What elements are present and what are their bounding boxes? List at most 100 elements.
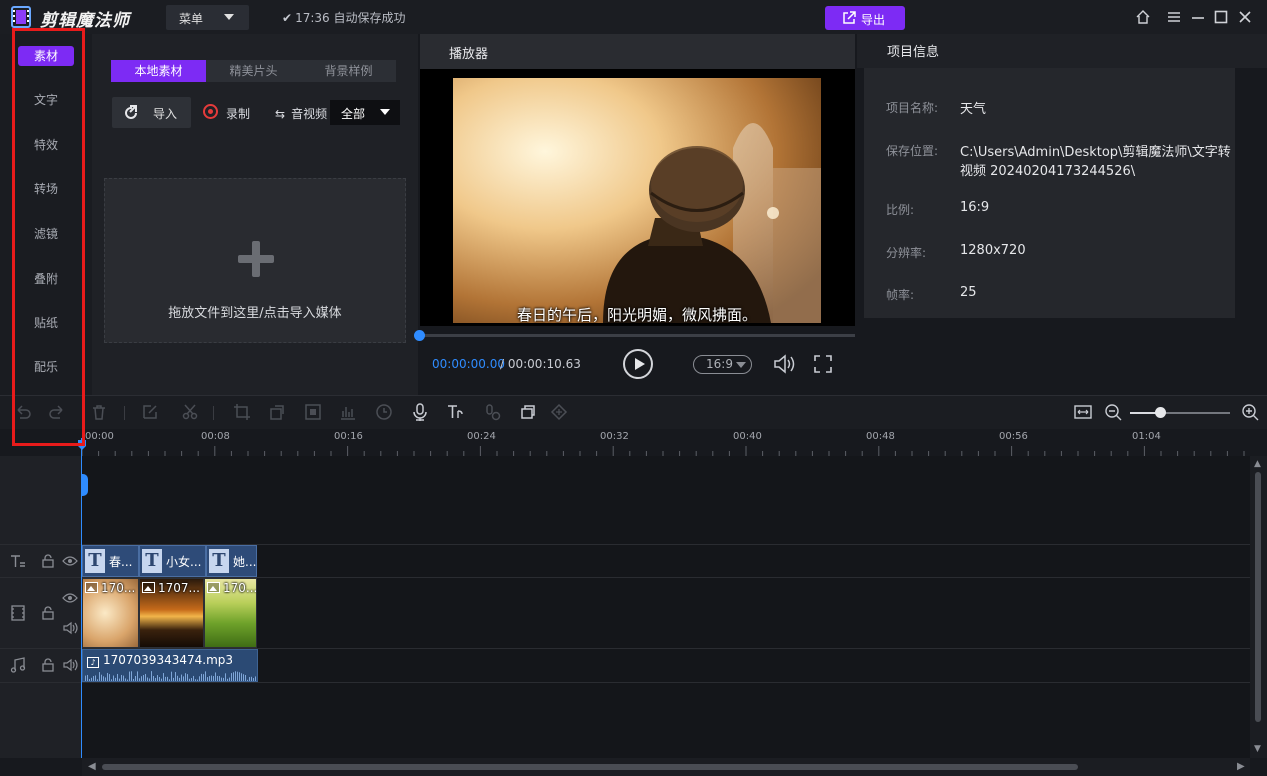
- hamburger-menu-icon[interactable]: [1166, 9, 1182, 25]
- tab-backgrounds[interactable]: 背景样例: [301, 60, 396, 82]
- lock-icon[interactable]: [40, 657, 56, 673]
- text-type-icon: T: [85, 549, 105, 573]
- edit-icon[interactable]: [141, 403, 159, 421]
- tab-local-media[interactable]: 本地素材: [111, 60, 206, 82]
- toolbar-divider: [124, 406, 125, 420]
- scroll-right-icon[interactable]: ▶: [1237, 761, 1245, 772]
- maximize-icon[interactable]: [1213, 9, 1229, 25]
- voice-change-icon[interactable]: [484, 403, 502, 421]
- menu-button[interactable]: 菜单: [166, 5, 249, 30]
- av-filter-label: ⇆ 音视频: [275, 105, 327, 122]
- info-value-resolution: 1280x720: [960, 243, 1026, 258]
- zoom-in-icon[interactable]: [1241, 403, 1259, 421]
- info-value-ratio: 16:9: [960, 200, 990, 215]
- video-clip[interactable]: 170...: [82, 578, 139, 648]
- music-track-icon: [10, 657, 26, 673]
- text-type-icon: T: [209, 549, 229, 573]
- tab-intros[interactable]: 精美片头: [206, 60, 301, 82]
- minimize-icon[interactable]: [1190, 9, 1206, 25]
- split-icon[interactable]: [181, 403, 199, 421]
- delete-icon[interactable]: [90, 403, 108, 421]
- video-track-icon: [10, 605, 26, 621]
- zoom-out-icon[interactable]: [1104, 403, 1122, 421]
- scroll-up-icon[interactable]: ▲: [1254, 459, 1261, 469]
- fullscreen-icon[interactable]: [813, 354, 833, 374]
- keyframe-icon[interactable]: [550, 403, 568, 421]
- mosaic-icon[interactable]: [304, 403, 322, 421]
- scrollbar-thumb[interactable]: [102, 764, 1078, 770]
- scroll-left-icon[interactable]: ◀: [88, 761, 96, 772]
- media-dropzone[interactable]: 拖放文件到这里/点击导入媒体: [104, 178, 406, 343]
- export-icon: [843, 11, 856, 24]
- fit-timeline-icon[interactable]: [1074, 403, 1092, 421]
- scroll-down-icon[interactable]: ▼: [1254, 744, 1261, 754]
- track-divider: [0, 682, 1250, 683]
- av-filter-select[interactable]: 全部: [330, 100, 400, 125]
- info-label-resolution: 分辨率:: [886, 246, 927, 260]
- speaker-icon[interactable]: [62, 657, 78, 673]
- video-subtitle: 春日的午后，阳光明媚，微风拂面。: [516, 306, 757, 324]
- text-type-icon: T: [142, 549, 162, 573]
- chevron-down-icon: [380, 109, 390, 115]
- total-time: / 00:00:10.63: [500, 357, 581, 371]
- project-info-title: 项目信息: [887, 45, 940, 60]
- audio-wave-icon[interactable]: [339, 403, 357, 421]
- eye-icon[interactable]: [62, 553, 78, 569]
- volume-icon[interactable]: [772, 353, 796, 375]
- chevron-down-icon: [736, 362, 746, 368]
- export-button[interactable]: 导出: [825, 6, 905, 30]
- lock-icon[interactable]: [40, 553, 56, 569]
- rotate-icon[interactable]: [268, 403, 286, 421]
- toolbar-divider: [213, 406, 214, 420]
- lock-icon[interactable]: [40, 605, 56, 621]
- timeline-horizontal-scrollbar[interactable]: [82, 758, 1250, 776]
- check-icon: ✔: [282, 11, 293, 25]
- info-value-location: C:\Users\Admin\Desktop\剪辑魔法师\文字转: [960, 145, 1231, 160]
- scrollbar-thumb[interactable]: [1255, 472, 1261, 722]
- info-label-location: 保存位置:: [886, 144, 939, 158]
- autosave-status: ✔ 17:36 自动保存成功: [282, 9, 405, 26]
- close-icon[interactable]: [1237, 9, 1253, 25]
- chevron-down-icon: [224, 14, 234, 20]
- ruler-ticks: [82, 446, 1245, 456]
- video-clip-label: 170...: [101, 581, 136, 595]
- video-clip-label: 1707...: [158, 581, 200, 595]
- zoom-slider-knob[interactable]: [1155, 407, 1166, 418]
- audio-clip[interactable]: ♪ 1707039343474.mp3: [82, 649, 258, 682]
- video-clip[interactable]: 1707...: [139, 578, 204, 648]
- playback-progress-track[interactable]: [420, 334, 855, 337]
- info-label-framerate: 帧率:: [886, 288, 915, 302]
- current-time: 00:00:00.00: [432, 357, 505, 371]
- text-clip[interactable]: T 她...: [206, 545, 257, 577]
- text-clip[interactable]: T 春...: [82, 545, 139, 577]
- speaker-icon[interactable]: [62, 620, 78, 636]
- timeline-vertical-scrollbar[interactable]: [1250, 456, 1267, 758]
- copy-icon[interactable]: [519, 403, 537, 421]
- image-icon: [85, 582, 98, 593]
- eye-icon[interactable]: [62, 590, 78, 606]
- swap-icon: ⇆: [275, 107, 286, 121]
- ruler-label: 01:04: [1132, 431, 1161, 442]
- text-clip[interactable]: T 小女...: [139, 545, 206, 577]
- dropzone-text: 拖放文件到这里/点击导入媒体: [168, 306, 342, 321]
- aspect-ratio-select[interactable]: 16:9: [693, 355, 752, 374]
- ruler-label: 00:32: [600, 431, 629, 442]
- ruler-label: 00:24: [467, 431, 496, 442]
- text-to-speech-icon[interactable]: [446, 403, 464, 421]
- play-icon[interactable]: [623, 349, 653, 379]
- playback-progress-knob[interactable]: [414, 330, 425, 341]
- clock-icon[interactable]: [375, 403, 393, 421]
- playhead-handle[interactable]: [81, 474, 88, 496]
- export-label: 导出: [861, 13, 886, 27]
- video-preview-frame: [453, 78, 821, 323]
- record-label: 录制: [226, 107, 251, 121]
- microphone-icon[interactable]: [411, 403, 429, 421]
- menu-label: 菜单: [179, 12, 204, 26]
- music-note-icon: ♪: [87, 657, 99, 668]
- video-clip[interactable]: 170...: [204, 578, 257, 648]
- image-icon: [207, 582, 220, 593]
- crop-icon[interactable]: [233, 403, 251, 421]
- home-icon[interactable]: [1135, 9, 1151, 25]
- audio-clip-label: 1707039343474.mp3: [103, 653, 234, 667]
- import-button[interactable]: 导入: [112, 97, 191, 128]
